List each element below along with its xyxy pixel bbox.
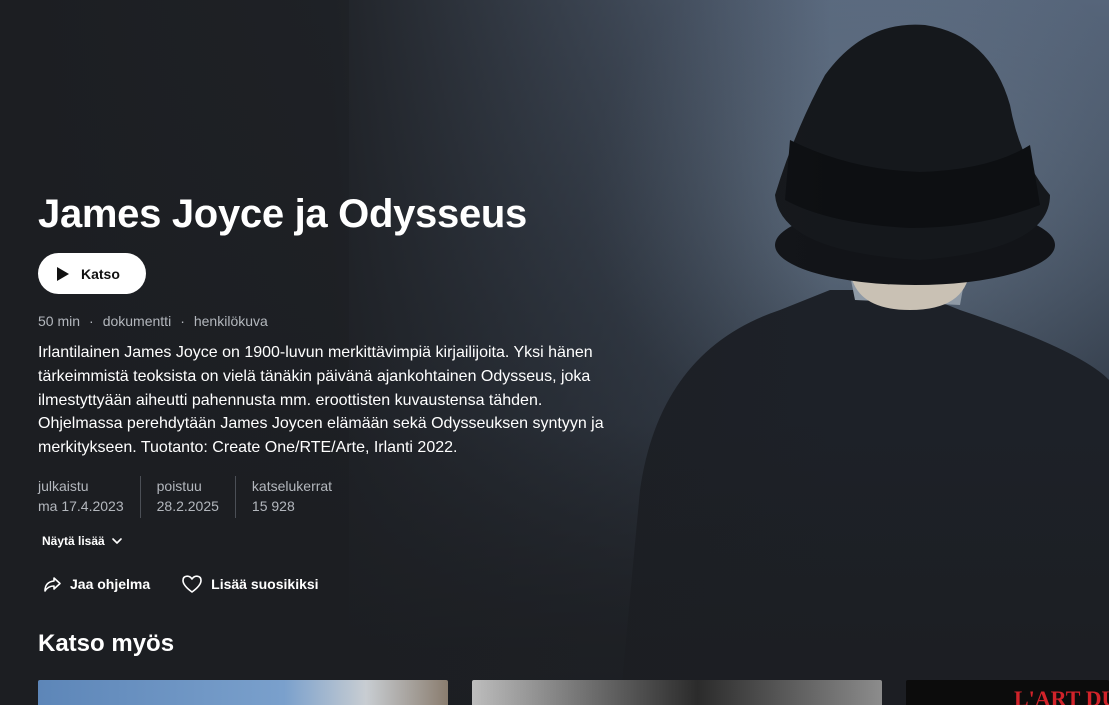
see-also-title: Katso myös	[38, 630, 175, 657]
watch-button-label: Katso	[81, 265, 120, 282]
meta-separator: ·	[89, 313, 94, 329]
see-also-carousel: L'ART DU	[38, 680, 1109, 705]
program-stats: julkaistu ma 17.4.2023 poistuu 28.2.2025…	[38, 476, 348, 518]
stat-label: poistuu	[156, 478, 202, 494]
watch-button[interactable]: Katso	[38, 253, 146, 294]
program-actions: Jaa ohjelma Lisää suosikiksi	[42, 574, 319, 594]
program-title: James Joyce ja Odysseus	[38, 192, 527, 236]
favorite-label: Lisää suosikiksi	[211, 576, 319, 592]
stat-label: julkaistu	[38, 478, 89, 494]
see-also-card[interactable]	[38, 680, 448, 705]
stat-value: 15 928	[251, 498, 295, 514]
add-favorite-button[interactable]: Lisää suosikiksi	[181, 574, 319, 594]
stat-value: ma 17.4.2023	[38, 498, 124, 514]
program-description: Irlantilainen James Joyce on 1900-luvun …	[38, 344, 604, 457]
meta-duration: 50 min	[38, 313, 81, 329]
share-icon	[44, 577, 61, 592]
meta-genre: dokumentti	[102, 313, 172, 329]
meta-separator: ·	[180, 313, 185, 329]
see-also-card[interactable]	[472, 680, 882, 705]
stat-value: 28.2.2025	[156, 498, 219, 514]
stat-label: katselukerrat	[251, 478, 333, 494]
show-more-label: Näytä lisää	[42, 534, 105, 548]
stat-published: julkaistu ma 17.4.2023	[38, 476, 140, 518]
stat-views: katselukerrat 15 928	[234, 476, 348, 518]
chevron-down-icon	[111, 538, 122, 544]
card-title-art: L'ART DU	[1014, 686, 1109, 705]
program-meta: 50 min · dokumentti · henkilökuva	[38, 313, 268, 329]
see-also-card[interactable]: L'ART DU	[906, 680, 1109, 705]
meta-subgenre: henkilökuva	[193, 313, 268, 329]
share-button[interactable]: Jaa ohjelma	[42, 574, 150, 594]
heart-icon	[182, 575, 202, 593]
stat-expires: poistuu 28.2.2025	[139, 476, 235, 518]
play-icon	[57, 266, 69, 281]
show-more-button[interactable]: Näytä lisää	[42, 534, 123, 548]
share-label: Jaa ohjelma	[70, 576, 151, 592]
